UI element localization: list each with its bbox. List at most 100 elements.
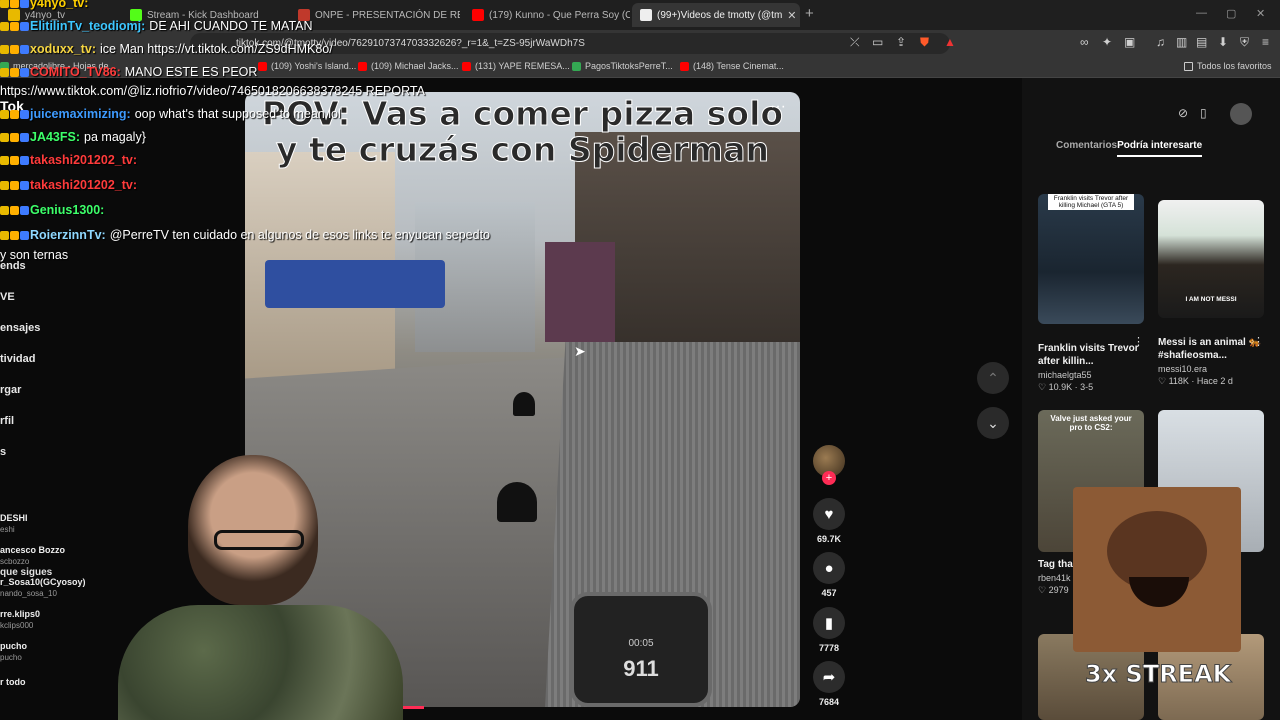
glasses-icon[interactable]: ∞ [1080,35,1089,49]
bookmark-item[interactable]: (131) YAPE REMESA... [462,61,570,71]
bookmark-favicon-icon [258,61,267,71]
tiktok-logo[interactable]: Tok [0,98,24,114]
sidebar-nav-item[interactable]: rfil [0,415,14,427]
thumbnail-text: I AM NOT MESSI [1185,296,1237,303]
browser-tab[interactable]: (179) Kunno - Que Perra Soy (Official [464,3,630,27]
followed-account[interactable]: ancesco Bozzo scbozzo [0,545,65,567]
suggested-video-card[interactable]: Franklin visits Trevor after killing Mic… [1038,188,1144,393]
cast-icon[interactable]: ▭ [872,35,883,49]
bookmark-item[interactable]: mercadolibre - Hojas de... [0,61,116,71]
like-button[interactable]: ♥ 69.7K [812,498,846,544]
bookmark-favicon-icon [358,61,367,71]
card-title: Messi is an animal 🐅 #shafieosma... [1158,337,1262,361]
tab-comments[interactable]: Comentarios [1056,140,1117,151]
bookmark-label: (109) Michael Jacks... [371,61,459,71]
browser-tab[interactable]: (99+)Videos de tmotty (@tm ✕ [632,3,800,27]
more-options-icon[interactable]: ··· [770,98,786,116]
share-icon[interactable]: ⇪ [896,35,906,49]
new-tab-button[interactable]: + [805,5,814,22]
tab-suggested[interactable]: Podría interesarte [1117,140,1203,157]
account-handle: kclips000 [0,621,34,630]
bookmark-icon[interactable]: ▮ [813,607,845,639]
all-bookmarks-button[interactable]: Todos los favoritos [1184,61,1272,71]
extension-icon[interactable]: ⤫ [850,35,860,50]
sidebar-nav-item[interactable]: s [0,446,6,458]
profile-avatar[interactable] [1230,103,1252,125]
comment-icon[interactable]: ● [813,552,845,584]
card-stats: ♡ 10.9K · 3-5 [1038,382,1094,392]
wallet-icon[interactable]: ▤ [1196,35,1207,49]
caption-line-1: POV: Vas a comer pizza solo [261,94,784,133]
sidebar-toggle-icon[interactable]: ▥ [1176,35,1187,49]
streamer-shirt [118,605,403,720]
browser-tab[interactable]: Stream - Kick Dashboard [122,3,280,27]
sidebar-nav-item[interactable]: tividad [0,353,35,365]
sidebar-nav-item[interactable]: VE [0,291,15,303]
bookmark-label: mercadolibre - Hojas de... [13,61,117,71]
thumbnail-text: Valve just asked your pro to CS2: [1050,414,1132,432]
suggested-video-card[interactable]: I AM NOT MESSI ⋮ Messi is an animal 🐅 #s… [1158,200,1264,387]
bookmark-item[interactable]: PagosTiktoksPerreT... [572,61,673,71]
account-name: pucho [0,641,27,651]
followed-account[interactable]: r todo [0,677,26,688]
heart-icon[interactable]: ♥ [813,498,845,530]
minimize-icon[interactable]: — [1196,7,1207,19]
share-count: 7684 [818,697,840,707]
streamer-webcam [118,455,403,720]
card-menu-icon[interactable]: ⋮ [1133,335,1144,348]
device-icon[interactable]: ▯ [1200,106,1207,120]
next-video-button[interactable]: ⌄ [977,407,1009,439]
bookmark-favicon-icon [680,61,689,71]
bookmark-item[interactable]: (109) Yoshi's Island... [258,61,356,71]
brave-shield-icon[interactable]: ⛊ [920,35,929,50]
browser-tab[interactable]: ONPE - PRESENTACIÓN DE RESULTA [290,3,460,27]
vpn-icon[interactable]: ⛨ [1240,35,1249,50]
share-arrow-icon[interactable]: ➦ [813,661,845,693]
video-thumbnail[interactable]: Franklin visits Trevor after killing Mic… [1038,194,1144,324]
tab-favicon-icon [298,9,310,21]
sidebar-nav-item[interactable]: rgar [0,384,21,396]
browser-tab[interactable]: y4nyo_tv [0,3,118,27]
card-menu-icon[interactable]: ⋮ [1253,335,1264,348]
settings-icon[interactable]: ⊘ [1178,106,1188,120]
card-title: Franklin visits Trevor after killin... [1038,343,1139,367]
close-tab-icon[interactable]: ✕ [787,9,796,22]
followed-account[interactable]: rre.klips0 kclips000 [0,609,40,631]
comment-button[interactable]: ● 457 [812,552,846,598]
bus [265,260,445,308]
account-handle: eshi [0,525,15,534]
like-count: 69.7K [816,534,842,544]
bookmark-item[interactable]: (109) Michael Jacks... [358,61,459,71]
video-thumbnail[interactable]: I AM NOT MESSI [1158,200,1264,318]
save-button[interactable]: ▮ 7778 [812,607,846,653]
bookmarks-bar: mercadolibre - Hojas de... (109) Yoshi's … [0,56,1280,78]
account-name: r todo [0,677,26,687]
menu-icon[interactable]: ≡ [1262,35,1269,49]
bookmark-label: (131) YAPE REMESA... [475,61,570,71]
bookmark-item[interactable]: (148) Tense Cinemat... [680,61,784,71]
rewards-icon[interactable]: ▲ [944,35,956,49]
folder-icon [1184,61,1193,71]
video-progress-bar[interactable] [400,706,424,709]
download-icon[interactable]: ⬇ [1218,35,1228,49]
close-window-icon[interactable]: ✕ [1256,7,1265,20]
url-field[interactable]: tiktok.com/@tmotty/video/762910737470333… [190,33,950,54]
music-icon[interactable]: ♫ [1156,35,1165,49]
screenshot-icon[interactable]: ▣ [1124,35,1135,49]
account-handle: nando_sosa_10 [0,589,57,598]
follow-plus-icon[interactable]: + [822,471,836,485]
followed-account[interactable]: r_Sosa10(GCyosoy) nando_sosa_10 [0,577,86,599]
sidebar-nav-item[interactable]: ends [0,260,26,272]
share-button[interactable]: ➦ 7684 [812,661,846,707]
previous-video-button[interactable]: ⌃ [977,362,1009,394]
maximize-icon[interactable]: ▢ [1226,7,1236,20]
glasses-icon [214,530,304,550]
followed-account[interactable]: DESHI eshi [0,513,28,535]
puzzle-icon[interactable]: ✦ [1102,35,1112,49]
sidebar-nav-item[interactable]: ensajes [0,322,40,334]
bookmark-label: (148) Tense Cinemat... [693,61,784,71]
browser-tab-strip: y4nyo_tv Stream - Kick Dashboard ONPE - PR… [0,0,1280,30]
creator-avatar-button[interactable]: + [812,445,846,485]
followed-account[interactable]: pucho pucho [0,641,27,663]
save-count: 7778 [818,643,840,653]
